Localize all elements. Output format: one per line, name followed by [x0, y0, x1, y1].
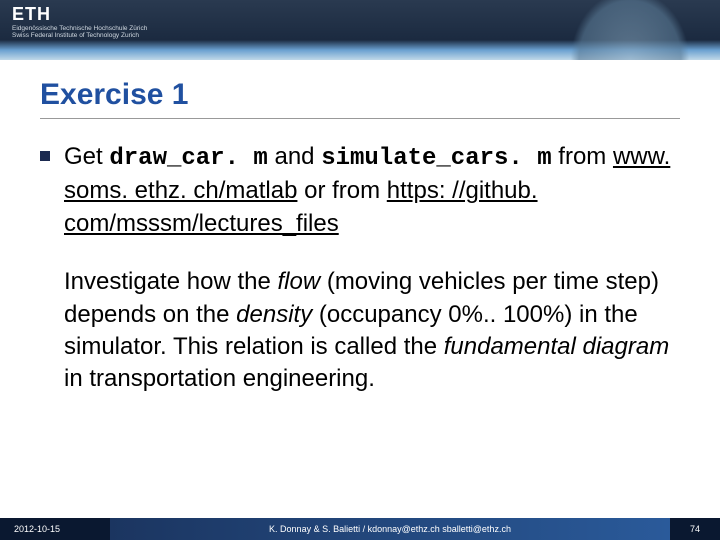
code-filename-1: draw_car. m	[109, 145, 267, 172]
text-fragment: Investigate how the	[64, 268, 277, 295]
text-fragment: from	[552, 143, 613, 170]
bullet-text: Get draw_car. m and simulate_cars. m fro…	[64, 141, 680, 240]
slide-title: Exercise 1	[40, 78, 680, 112]
slide-content: Exercise 1 Get draw_car. m and simulate_…	[0, 60, 720, 406]
footer-authors: K. Donnay & S. Balietti / kdonnay@ethz.c…	[110, 518, 670, 540]
em-fundamental-diagram: fundamental diagram	[444, 333, 669, 360]
footer-date: 2012-10-15	[0, 518, 110, 540]
bullet-item: Get draw_car. m and simulate_cars. m fro…	[40, 141, 680, 240]
text-fragment: Get	[64, 143, 109, 170]
dome-graphic	[570, 0, 690, 60]
header-top-bar: ETH Eidgenössische Technische Hochschule…	[0, 0, 720, 40]
title-divider	[40, 118, 680, 119]
code-filename-2: simulate_cars. m	[321, 145, 551, 172]
text-fragment: in transportation engineering.	[64, 365, 375, 392]
em-density: density	[236, 301, 312, 328]
paragraph: Investigate how the flow (moving vehicle…	[64, 266, 680, 396]
slide-header: ETH Eidgenössische Technische Hochschule…	[0, 0, 720, 60]
bullet-square-icon	[40, 151, 50, 161]
text-fragment: or from	[297, 177, 386, 204]
em-flow: flow	[277, 268, 320, 295]
slide-footer: 2012-10-15 K. Donnay & S. Balietti / kdo…	[0, 518, 720, 540]
text-fragment: and	[268, 143, 321, 170]
footer-page-number: 74	[670, 518, 720, 540]
